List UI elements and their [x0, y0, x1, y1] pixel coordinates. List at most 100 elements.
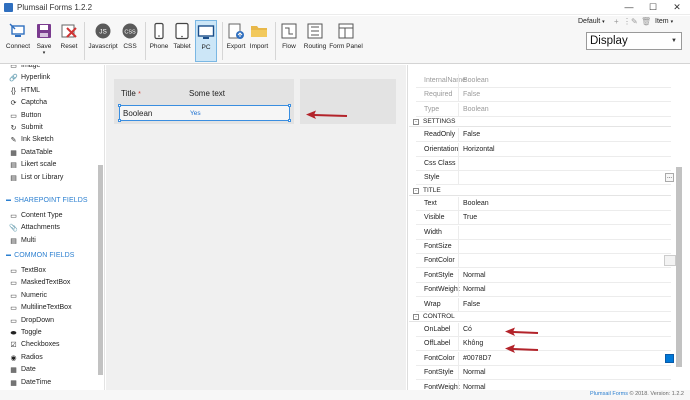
toolbox-item-maskedtextbox[interactable]: ▭ MaskedTextBox [9, 279, 70, 290]
delete-icon[interactable]: 🗑 [641, 17, 651, 26]
property-row-required[interactable]: Required False [416, 88, 671, 103]
resize-handle[interactable] [288, 119, 291, 122]
toolbox-item-button[interactable]: ▭ Button [9, 112, 41, 123]
property-row-width[interactable]: Width [416, 225, 671, 240]
item-select[interactable]: Item ▾ [655, 18, 673, 25]
resize-handle[interactable] [118, 104, 121, 107]
close-button[interactable]: ✕ [665, 0, 689, 15]
property-row-fontstyle[interactable]: FontStyle Normal [416, 366, 671, 381]
settings-section-header[interactable]: - SETTINGS [409, 117, 671, 128]
collapse-toggle-icon[interactable]: - [413, 314, 419, 320]
toolbox-item-ink-sketch[interactable]: ✎ Ink Sketch [9, 136, 54, 147]
property-row-fontsize[interactable]: FontSize [416, 240, 671, 254]
color-picker-swatch[interactable] [665, 353, 674, 363]
toolbox-item-radios[interactable]: ◉ Radios [9, 354, 42, 365]
property-value[interactable]: Horizontal [463, 146, 495, 153]
property-value[interactable]: #0078D7 [463, 355, 491, 362]
toolbox-item-dropdown[interactable]: ▭ DropDown [9, 317, 54, 328]
toolbox-item-likert-scale[interactable]: ▤ Likert scale [9, 161, 56, 172]
sharepoint-fields-heading[interactable]: ▬ SHAREPOINT FIELDS [6, 197, 88, 208]
property-value[interactable]: False [463, 91, 480, 98]
title-section-header[interactable]: - TITLE [409, 186, 671, 196]
collapse-toggle-icon[interactable]: - [413, 119, 419, 126]
toolbox-item-datetime[interactable]: ▦ DateTime [9, 379, 51, 390]
routing-button[interactable]: Routing [302, 20, 328, 62]
property-row-fontstyle[interactable]: FontStyle Normal [416, 268, 671, 283]
boolean-field-selected[interactable]: Boolean Yes [118, 104, 291, 122]
property-row-offlabel[interactable]: OffLabel Không [416, 337, 671, 352]
property-row-fontweight[interactable]: FontWeight Normal [416, 283, 671, 298]
control-section-header[interactable]: - CONTROL [409, 312, 671, 322]
tablet-button[interactable]: Tablet [171, 20, 193, 62]
property-value[interactable]: True [463, 214, 477, 221]
property-value[interactable]: Boolean [463, 77, 489, 84]
property-row-text[interactable]: Text Boolean [416, 196, 671, 211]
property-row-visible[interactable]: Visible True [416, 211, 671, 226]
property-row-internalname[interactable]: InternalName Boolean [416, 74, 671, 88]
property-value[interactable]: Boolean [463, 200, 489, 207]
footer-brand-link[interactable]: Plumsail Forms [590, 391, 628, 397]
toolbox-item-date[interactable]: ▦ Date [9, 366, 36, 377]
property-row-type[interactable]: Type Boolean [416, 102, 671, 117]
toolbox-item-list-or-library[interactable]: ▤ List or Library [9, 174, 63, 185]
property-value[interactable]: Boolean [463, 106, 489, 113]
property-row-fontcolor[interactable]: FontColor #0078D7 [416, 351, 674, 366]
property-value[interactable]: Normal [463, 272, 486, 279]
color-picker-swatch[interactable] [664, 255, 676, 267]
collapse-toggle-icon[interactable]: - [413, 187, 419, 194]
save-dropdown-icon[interactable]: ▾ [33, 50, 55, 56]
javascript-button[interactable]: JS Javascript [87, 20, 119, 62]
property-row-fontcolor[interactable]: FontColor [416, 254, 676, 269]
maximize-button[interactable]: ☐ [641, 0, 665, 15]
minimize-button[interactable]: — [617, 0, 641, 15]
toolbox-item-attachments[interactable]: 📎 Attachments [9, 224, 60, 235]
form-panel-button[interactable]: Form Panel [329, 20, 363, 62]
property-value[interactable]: False [463, 131, 480, 138]
form-grid-cell[interactable]: Title * Some text Boolean Yes [114, 79, 294, 124]
toolbox-item-submit[interactable]: ↻ Submit [9, 124, 43, 135]
toolbox-item-hyperlink[interactable]: 🔗 Hyperlink [9, 74, 50, 85]
pc-button[interactable]: PC [195, 20, 217, 62]
property-row-onlabel[interactable]: OnLabel Có [416, 323, 671, 337]
display-select[interactable]: Display ▼ [586, 32, 682, 50]
toolbox-item-checkboxes[interactable]: ☑ Checkboxes [9, 341, 59, 352]
properties-scrollbar[interactable] [676, 167, 682, 367]
toolbox-item-captcha[interactable]: ⟳ Captcha [9, 99, 48, 110]
toolbox-item-image[interactable]: ▭ Image [9, 65, 40, 73]
copy-icon[interactable]: ⋮ [623, 17, 631, 26]
toolbox-item-multi[interactable]: ▤ Multi [9, 237, 36, 248]
property-row-css-class[interactable]: Css Class [416, 157, 671, 171]
reset-button[interactable]: Reset [58, 20, 80, 62]
toolbox-item-content-type[interactable]: ▭ Content Type [9, 212, 62, 223]
flow-button[interactable]: Flow [278, 20, 300, 62]
property-value[interactable]: Normal [463, 286, 486, 293]
resize-handle[interactable] [288, 104, 291, 107]
style-ellipsis-button[interactable]: ... [665, 173, 674, 183]
resize-handle[interactable] [118, 119, 121, 122]
edit-icon[interactable]: ✎ [631, 17, 638, 26]
property-value[interactable]: Normal [463, 369, 486, 376]
export-button[interactable]: Export [225, 20, 247, 62]
css-button[interactable]: CSS CSS [120, 20, 140, 62]
toolbox-scrollbar[interactable] [98, 165, 103, 375]
toolbox-item-numeric[interactable]: ▭ Numeric [9, 292, 47, 303]
save-button[interactable]: Save ▾ [33, 20, 55, 62]
language-select[interactable]: Default ▾ [578, 18, 605, 25]
phone-button[interactable]: Phone [148, 20, 170, 62]
import-button[interactable]: Import [248, 20, 270, 62]
toolbox-item-toggle[interactable]: ⬬ Toggle [9, 329, 42, 340]
property-value[interactable]: False [463, 301, 480, 308]
add-icon[interactable]: + [614, 17, 619, 26]
property-row-readonly[interactable]: ReadOnly False [416, 128, 671, 143]
property-value[interactable]: Có [463, 326, 472, 333]
connect-button[interactable]: Connect [4, 20, 32, 62]
toolbox-item-multilinetextbox[interactable]: ▭ MultilineTextBox [9, 304, 71, 315]
common-fields-heading[interactable]: ▬ COMMON FIELDS [6, 252, 75, 263]
toolbox-item-textbox[interactable]: ▭ TextBox [9, 267, 46, 278]
property-value[interactable]: Không [463, 340, 483, 347]
property-row-orientation[interactable]: Orientation Horizontal [416, 142, 671, 157]
property-row-wrap[interactable]: Wrap False [416, 297, 671, 312]
toolbox-item-html[interactable]: {} HTML [9, 87, 40, 98]
toolbox-item-datatable[interactable]: ▦ DataTable [9, 149, 52, 160]
property-row-style[interactable]: Style... [416, 171, 674, 186]
